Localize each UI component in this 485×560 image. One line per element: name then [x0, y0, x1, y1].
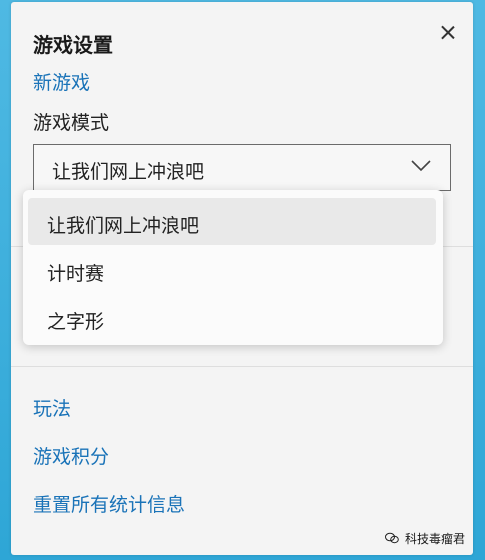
new-game-link[interactable]: 新游戏 — [33, 68, 90, 95]
dropdown-option[interactable]: 让我们网上冲浪吧 — [28, 198, 436, 245]
game-mode-label: 游戏模式 — [33, 112, 110, 134]
dropdown-option[interactable]: 之字形 — [28, 294, 436, 341]
close-icon[interactable] — [435, 19, 461, 45]
game-mode-select[interactable]: 让我们网上冲浪吧 — [33, 144, 451, 191]
dropdown-option[interactable]: 计时赛 — [28, 246, 436, 293]
panel-title: 游戏设置 — [33, 33, 113, 57]
option-label: 让我们网上冲浪吧 — [47, 215, 200, 237]
option-label: 计时赛 — [47, 263, 105, 285]
reset-stats-link[interactable]: 重置所有统计信息 — [33, 490, 185, 517]
how-to-play-link[interactable]: 玩法 — [33, 394, 71, 421]
game-score-link[interactable]: 游戏积分 — [33, 442, 109, 469]
chevron-down-icon — [411, 160, 431, 172]
wechat-icon — [385, 532, 399, 544]
watermark-text: 科技毒瘤君 — [405, 532, 466, 546]
game-mode-dropdown: 让我们网上冲浪吧 计时赛 之字形 — [23, 190, 443, 345]
select-value: 让我们网上冲浪吧 — [52, 161, 205, 183]
option-label: 之字形 — [47, 311, 105, 333]
divider — [11, 366, 473, 367]
